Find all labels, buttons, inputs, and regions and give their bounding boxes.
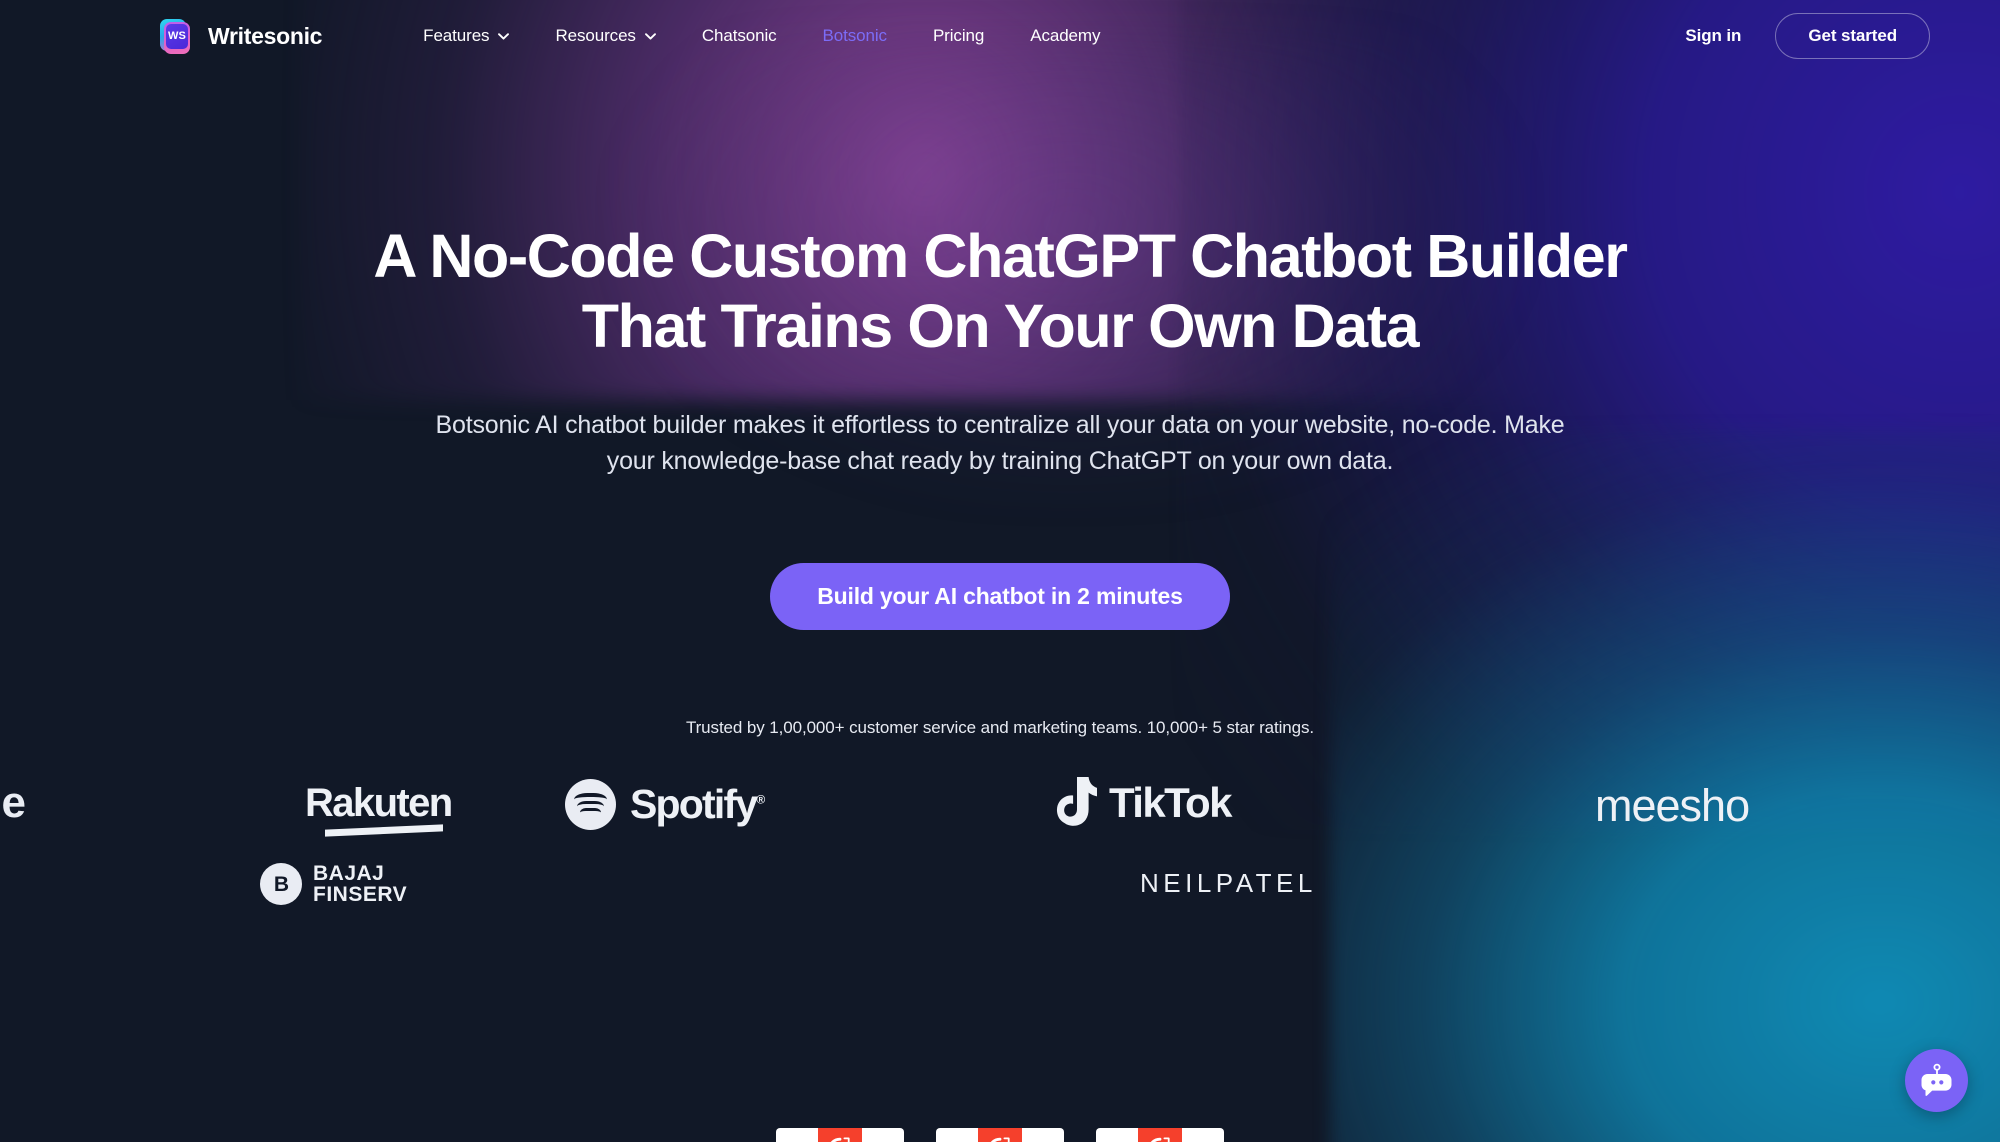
spotify-icon [565, 778, 616, 830]
logo-tiktok: TikTok [1055, 776, 1232, 829]
nav-item-academy[interactable]: Academy [1007, 26, 1123, 46]
logo-neil-patel-text: NEILPATEL [1140, 867, 1317, 898]
customer-logo-row-2: B BAJAJ FINSERV NEILPATEL [0, 861, 2000, 925]
nav-item-label: Chatsonic [701, 26, 777, 45]
g2-badge-3[interactable] [1096, 1128, 1224, 1142]
bot-face-icon [1918, 1062, 1956, 1100]
logo-rakuten-text: Rakuten [305, 780, 453, 825]
chat-widget-button[interactable] [1905, 1049, 1968, 1112]
chevron-down-icon [498, 32, 510, 40]
page-root: WS Writesonic Features Resources Chatson… [0, 0, 2000, 1142]
writesonic-logo-icon: WS [160, 17, 194, 55]
navbar: WS Writesonic Features Resources Chatson… [0, 0, 2000, 72]
nav-item-features[interactable]: Features [400, 26, 532, 46]
chevron-down-icon [644, 32, 656, 40]
nav-item-label: Pricing [932, 26, 985, 45]
hero-section: A No-Code Custom ChatGPT Chatbot Builder… [0, 72, 2000, 630]
nav-item-resources[interactable]: Resources [532, 26, 678, 46]
nav-item-label: Botsonic [822, 26, 888, 45]
logo-moodle-text: odle [0, 777, 26, 827]
bajaj-finserv-icon: B [260, 863, 302, 906]
brand-logo[interactable]: WS Writesonic [160, 17, 322, 55]
logo-mark-text: WS [167, 30, 187, 42]
nav-item-label: Resources [555, 26, 636, 45]
logo-meesho-text: meesho [1595, 779, 1750, 831]
g2-icon [1138, 1128, 1182, 1142]
sign-in-link[interactable]: Sign in [1685, 26, 1741, 46]
logo-moodle: odle [0, 777, 26, 827]
logo-bajaj-text: BAJAJ FINSERV [313, 861, 408, 907]
brand-name: Writesonic [208, 22, 323, 49]
tiktok-icon [1055, 776, 1101, 829]
logo-spotify: Spotify® [565, 778, 766, 830]
nav-item-chatsonic[interactable]: Chatsonic [679, 26, 800, 46]
g2-badges-row [0, 1128, 2000, 1142]
nav-item-label: Features [423, 26, 490, 45]
nav-item-label: Academy [1030, 26, 1101, 45]
logo-spotify-text: Spotify® [630, 780, 766, 827]
build-chatbot-button[interactable]: Build your AI chatbot in 2 minutes [770, 562, 1230, 630]
trusted-by-text: Trusted by 1,00,000+ customer service an… [685, 717, 1315, 737]
logo-rakuten-underline [325, 824, 443, 837]
g2-icon [818, 1128, 862, 1142]
logo-bajaj-line1: BAJAJ [313, 861, 385, 885]
hero-cta-wrap: Build your AI chatbot in 2 minutes [0, 562, 2000, 630]
get-started-button[interactable]: Get started [1775, 13, 1930, 59]
customer-logo-row-1: odle Rakuten Spotify® TikTok meesho [0, 761, 2000, 853]
logo-neil-patel: NEILPATEL [1140, 870, 1317, 896]
logo-tiktok-text: TikTok [1109, 778, 1232, 826]
bajaj-mark-letter: B [273, 872, 289, 896]
nav-item-pricing[interactable]: Pricing [910, 26, 1007, 46]
logo-rakuten: Rakuten [305, 780, 453, 837]
g2-icon [978, 1128, 1022, 1142]
page-title: A No-Code Custom ChatGPT Chatbot Builder… [373, 222, 1628, 360]
logo-bajaj-line2: FINSERV [313, 883, 408, 907]
hero-subheadline: Botsonic AI chatbot builder makes it eff… [435, 410, 1565, 476]
nav-item-botsonic[interactable]: Botsonic [800, 26, 910, 46]
g2-badge-2[interactable] [936, 1128, 1064, 1142]
nav-links: Features Resources Chatsonic Botsonic Pr… [400, 26, 1123, 46]
nav-actions: Sign in Get started [1685, 13, 1930, 59]
logo-meesho: meesho [1595, 779, 1750, 831]
g2-badge-1[interactable] [776, 1128, 904, 1142]
logo-bajaj-finserv: B BAJAJ FINSERV [260, 861, 408, 907]
